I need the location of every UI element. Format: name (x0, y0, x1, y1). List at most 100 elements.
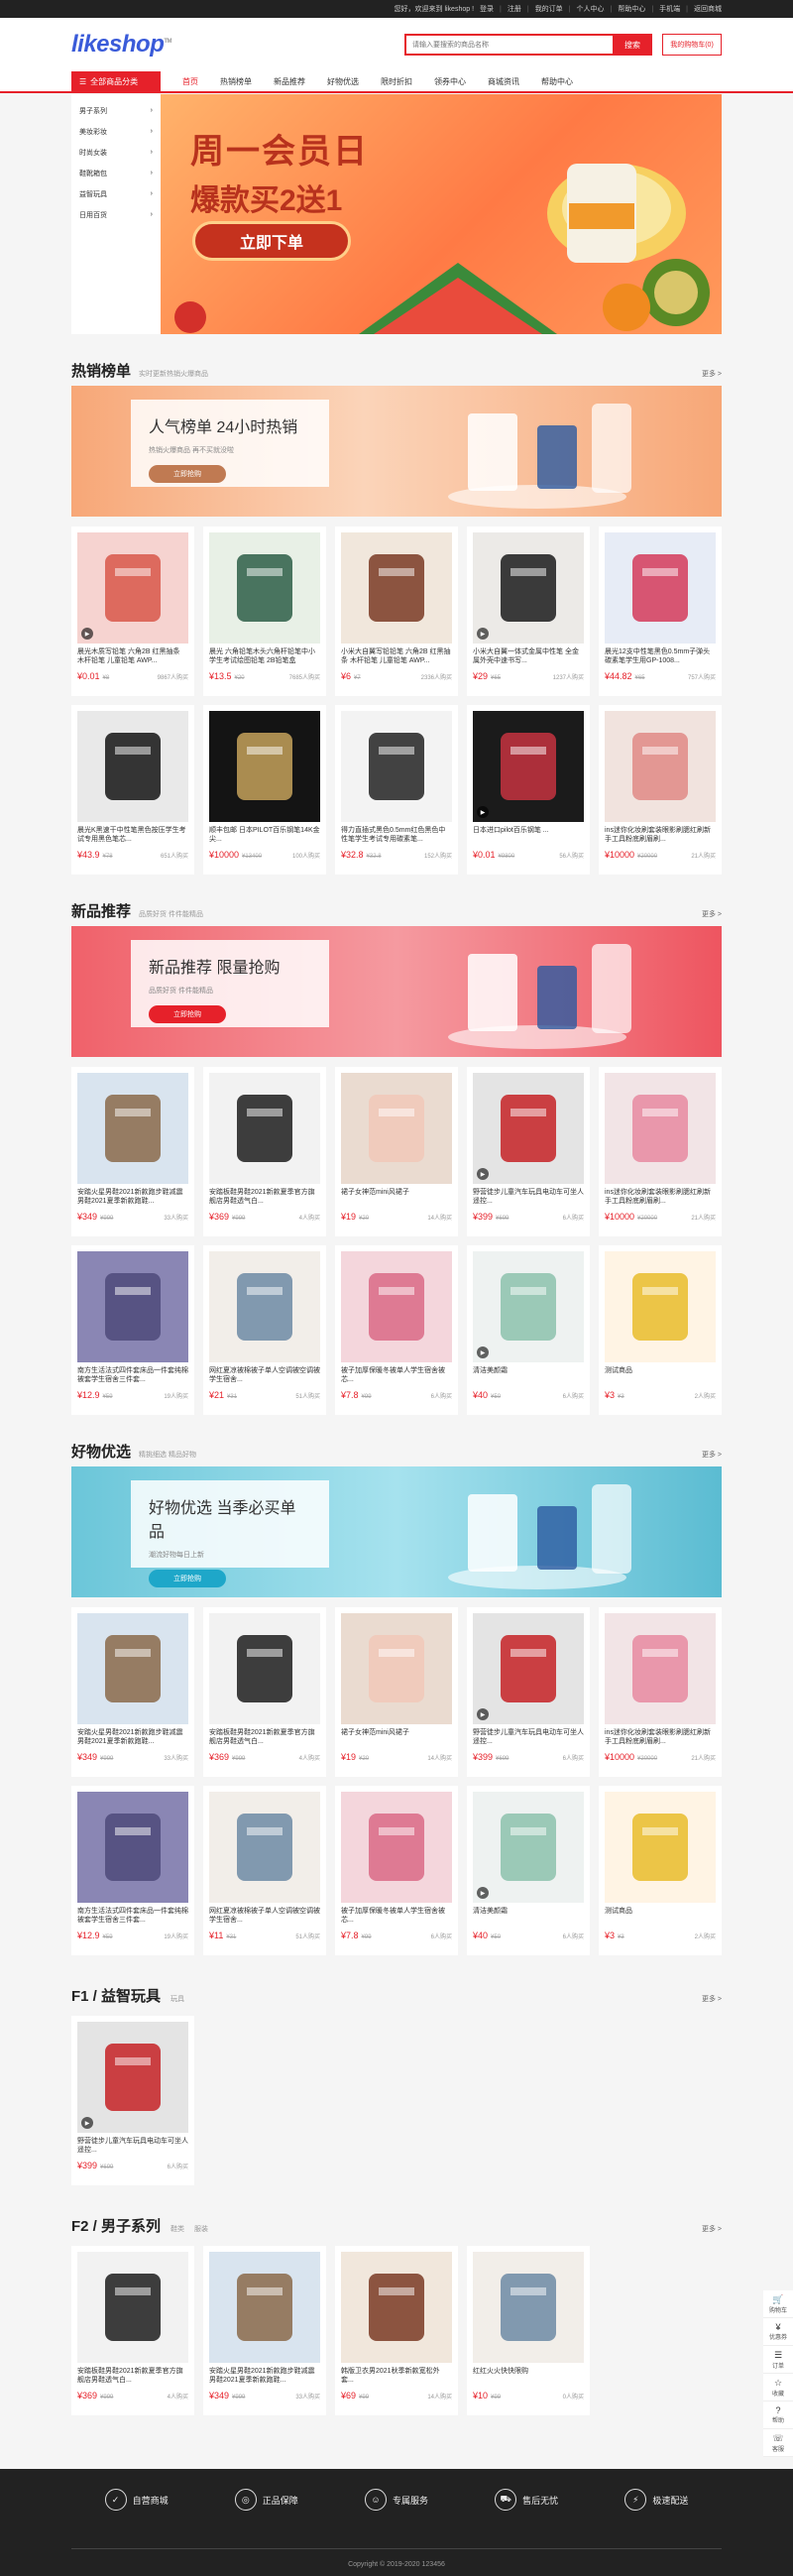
product-card[interactable]: 南方生活法式四件套床品一件套纯棉被套学生宿舍三件套... ¥12.9 ¥59 19人购… (71, 1786, 194, 1955)
search-input[interactable] (404, 34, 613, 56)
product-card[interactable]: 网红夏凉被棉被子单人空调被空调被学生宿舍... ¥11 ¥31 51人购买 (203, 1786, 326, 1955)
product-card[interactable]: 安踏火星男鞋2021新款跑步鞋减震男鞋2021夏季新款跑鞋... ¥349 ¥999… (71, 1607, 194, 1777)
product-card[interactable]: ▶ 清洁美颜霜 ¥40 ¥50 6人购买 (467, 1786, 590, 1955)
nav-item[interactable]: 好物优选 (327, 76, 359, 87)
product-card[interactable]: 测试商品 ¥3 ¥3 2人购买 (599, 1245, 722, 1415)
play-icon[interactable]: ▶ (477, 1708, 489, 1720)
product-card[interactable]: 南方生活法式四件套床品一件套纯棉被套学生宿舍三件套... ¥12.9 ¥59 19人购… (71, 1245, 194, 1415)
sidebar-item[interactable]: ☆ 收藏 (763, 2374, 793, 2401)
product-card[interactable]: 安踏火星男鞋2021新款跑步鞋减震男鞋2021夏季新款跑鞋... ¥349 ¥999… (71, 1067, 194, 1236)
nav-item[interactable]: 限时折扣 (381, 76, 412, 87)
mobile-link[interactable]: 手机端 (659, 4, 680, 14)
nav-item[interactable]: 领券中心 (434, 76, 466, 87)
section-banner-hot[interactable]: 人气榜单 24小时热销 热销火爆商品 再不买就没啦 立即抢购 (71, 386, 722, 517)
product-card[interactable]: ▶ 日本进口pilot百乐钢笔 ... ¥0.01 ¥9800 56人购买 (467, 705, 590, 875)
play-icon[interactable]: ▶ (477, 1168, 489, 1180)
nav-item[interactable]: 商城资讯 (488, 76, 519, 87)
main-nav: ☰ 全部商品分类 首页 热销榜单 新品推荐 好物优选 限时折扣 领券中心 商城资讯 帮助中心 (0, 71, 793, 93)
more-link[interactable]: 更多 > (702, 2224, 722, 2234)
product-card[interactable]: 晨光12支中性笔黑色0.5mm子弹头碳素笔学生用GP-1008... ¥44.82… (599, 527, 722, 696)
product-price: ¥29 (473, 671, 489, 681)
banner-buy-button[interactable]: 立即抢购 (149, 1005, 226, 1023)
logo[interactable]: likeshopTM (71, 31, 172, 59)
more-link[interactable]: 更多 > (702, 909, 722, 919)
product-card[interactable]: ▶ 野营徒步儿童汽车玩具电动车可坐人遥控... ¥399 ¥699 6人购买 (467, 1607, 590, 1777)
all-categories-button[interactable]: ☰ 全部商品分类 (71, 71, 161, 91)
product-card[interactable]: 晨光 六角铅笔木头六角杆铅笔中小学生考试绘图铅笔 2B铅笔盒 ¥13.5 ¥20 76… (203, 527, 326, 696)
product-card[interactable]: 小米大自翼写铅铅笔 六角2B 红黑抽条 木杆铅笔 儿童铅笔 AWP... ¥6 ¥7… (335, 527, 458, 696)
play-icon[interactable]: ▶ (477, 628, 489, 640)
product-card[interactable]: ▶ 野营徒步儿童汽车玩具电动车可坐人遥控... ¥399 ¥699 6人购买 (467, 1067, 590, 1236)
play-icon[interactable]: ▶ (81, 628, 93, 640)
hero-banner[interactable]: 周一会员日 爆款买2送1 立即下单 (161, 94, 722, 334)
cart-button[interactable]: 我的购物车(0) (662, 34, 722, 56)
product-card[interactable]: 裙子女神范mini风裙子 ¥19 ¥20 14人购买 (335, 1607, 458, 1777)
product-card[interactable]: 得力直插式黑色0.5mm红色黑色中性笔学生考试专用碳素笔... ¥32.8 ¥32.… (335, 705, 458, 875)
product-card[interactable]: ▶ 晨光木质写铅笔 六角2B 红黑抽条 木杆铅笔 儿童铅笔 AWP... ¥0.01… (71, 527, 194, 696)
product-name: ins迷你化妆刷套装眼影刷腮红刷新手工具粉底刷眉刷... (605, 1729, 711, 1745)
more-link[interactable]: 更多 > (702, 369, 722, 379)
play-icon[interactable]: ▶ (81, 2117, 93, 2129)
nav-item[interactable]: 新品推荐 (274, 76, 305, 87)
sidebar-item[interactable]: ☏ 客服 (763, 2429, 793, 2457)
play-icon[interactable]: ▶ (477, 1887, 489, 1899)
nav-item[interactable]: 帮助中心 (541, 76, 573, 87)
orders-link[interactable]: 我的订单 (535, 4, 563, 14)
banner-buy-button[interactable]: 立即抢购 (149, 465, 226, 483)
login-link[interactable]: 登录 (480, 4, 494, 14)
product-card[interactable]: 安踏板鞋男鞋2021新款夏季官方旗舰店男鞋透气白... ¥369 ¥999 4人购买 (203, 1607, 326, 1777)
product-card[interactable]: 安踏板鞋男鞋2021新款夏季官方旗舰店男鞋透气白... ¥369 ¥999 4人购买 (71, 2246, 194, 2415)
nav-item[interactable]: 热销榜单 (220, 76, 252, 87)
section-banner-good[interactable]: 好物优选 当季必买单品 潮流好物每日上新 立即抢购 (71, 1466, 722, 1597)
more-link[interactable]: 更多 > (702, 1994, 722, 2004)
floor-tab[interactable]: 玩具 (170, 1994, 184, 2004)
product-card[interactable]: ▶ 清洁美颜霜 ¥40 ¥50 6人购买 (467, 1245, 590, 1415)
category-item[interactable]: 益智玩具 › (71, 183, 161, 204)
category-item[interactable]: 鞋靴箱包 › (71, 163, 161, 183)
product-card[interactable]: 测试商品 ¥3 ¥3 2人购买 (599, 1786, 722, 1955)
play-icon[interactable]: ▶ (477, 806, 489, 818)
product-card[interactable]: 红红火火快快限购 ¥10 ¥99 0人购买 (467, 2246, 590, 2415)
more-link[interactable]: 更多 > (702, 1450, 722, 1460)
section-subtitle: 品质好货 件件能精品 (139, 911, 203, 918)
product-sold-count: 2人购买 (694, 1394, 716, 1400)
product-card[interactable]: 裙子女神范mini风裙子 ¥19 ¥20 14人购买 (335, 1067, 458, 1236)
banner-buy-button[interactable]: 立即抢购 (149, 1570, 226, 1587)
play-icon[interactable]: ▶ (477, 1347, 489, 1358)
category-item[interactable]: 时尚女装 › (71, 142, 161, 163)
product-card[interactable]: 安踏板鞋男鞋2021新款夏季官方旗舰店男鞋透气白... ¥369 ¥999 4人购买 (203, 1067, 326, 1236)
product-card[interactable]: 被子加厚保暖冬被单人学生宿舍被芯... ¥7.8 ¥99 6人购买 (335, 1245, 458, 1415)
sidebar-item[interactable]: 🛒 购物车 (763, 2290, 793, 2318)
search-button[interactable]: 搜索 (613, 34, 652, 56)
product-card[interactable]: 顺丰包邮 日本PILOT百乐钢笔14K金尖... ¥10000 ¥13400 100人… (203, 705, 326, 875)
product-card[interactable]: 安踏火星男鞋2021新款跑步鞋减震男鞋2021夏季新款跑鞋... ¥349 ¥999… (203, 2246, 326, 2415)
product-card[interactable]: ▶ 野营徒步儿童汽车玩具电动车可坐人遥控... ¥399 ¥699 6人购买 (71, 2016, 194, 2185)
product-price: ¥349 (209, 2391, 230, 2400)
product-card[interactable]: ins迷你化妆刷套装眼影刷腮红刷新手工具粉底刷眉刷... ¥10000 ¥20000… (599, 1067, 722, 1236)
product-price: ¥3 (605, 1390, 616, 1400)
product-card[interactable]: 网红夏凉被棉被子单人空调被空调被学生宿舍... ¥21 ¥31 51人购买 (203, 1245, 326, 1415)
product-card[interactable]: ins迷你化妆刷套装眼影刷腮红刷新手工具粉底刷眉刷... ¥10000 ¥20000… (599, 705, 722, 875)
category-item[interactable]: 男子系列 › (71, 100, 161, 121)
nav-item[interactable]: 首页 (182, 76, 198, 87)
sidebar-item[interactable]: ? 帮助 (763, 2401, 793, 2429)
product-card[interactable]: 晨光K黑速干中性笔黑色按压学生考试专用黑色笔芯... ¥43.9 ¥78 651人购买 (71, 705, 194, 875)
category-item[interactable]: 日用百货 › (71, 204, 161, 225)
section-banner-new[interactable]: 新品推荐 限量抢购 品质好货 件件能精品 立即抢购 (71, 926, 722, 1057)
help-link[interactable]: 帮助中心 (618, 4, 645, 14)
category-item[interactable]: 美妆彩妆 › (71, 121, 161, 142)
product-sold-count: 6人购买 (430, 1394, 452, 1400)
product-card[interactable]: 韩版卫衣男2021秋季新款宽松外套... ¥69 ¥99 14人购买 (335, 2246, 458, 2415)
product-image (77, 2252, 188, 2363)
register-link[interactable]: 注册 (508, 4, 521, 14)
product-card[interactable]: ins迷你化妆刷套装眼影刷腮红刷新手工具粉底刷眉刷... ¥10000 ¥20000… (599, 1607, 722, 1777)
hero-order-button[interactable]: 立即下单 (192, 221, 351, 261)
store-link[interactable]: 返回商城 (694, 4, 722, 14)
product-card[interactable]: 被子加厚保暖冬被单人学生宿舍被芯... ¥7.8 ¥99 6人购买 (335, 1786, 458, 1955)
product-card[interactable]: ▶ 小米大自翼一体式金属中性笔 全金属外壳中速书写... ¥29 ¥65 1237人购买 (467, 527, 590, 696)
sidebar-item[interactable]: ¥ 优惠券 (763, 2318, 793, 2346)
floor-tab[interactable]: 服装 (194, 2224, 208, 2234)
personal-link[interactable]: 个人中心 (577, 4, 605, 14)
floor-tab[interactable]: 鞋类 (170, 2224, 184, 2234)
sidebar-item[interactable]: ☰ 订单 (763, 2346, 793, 2374)
